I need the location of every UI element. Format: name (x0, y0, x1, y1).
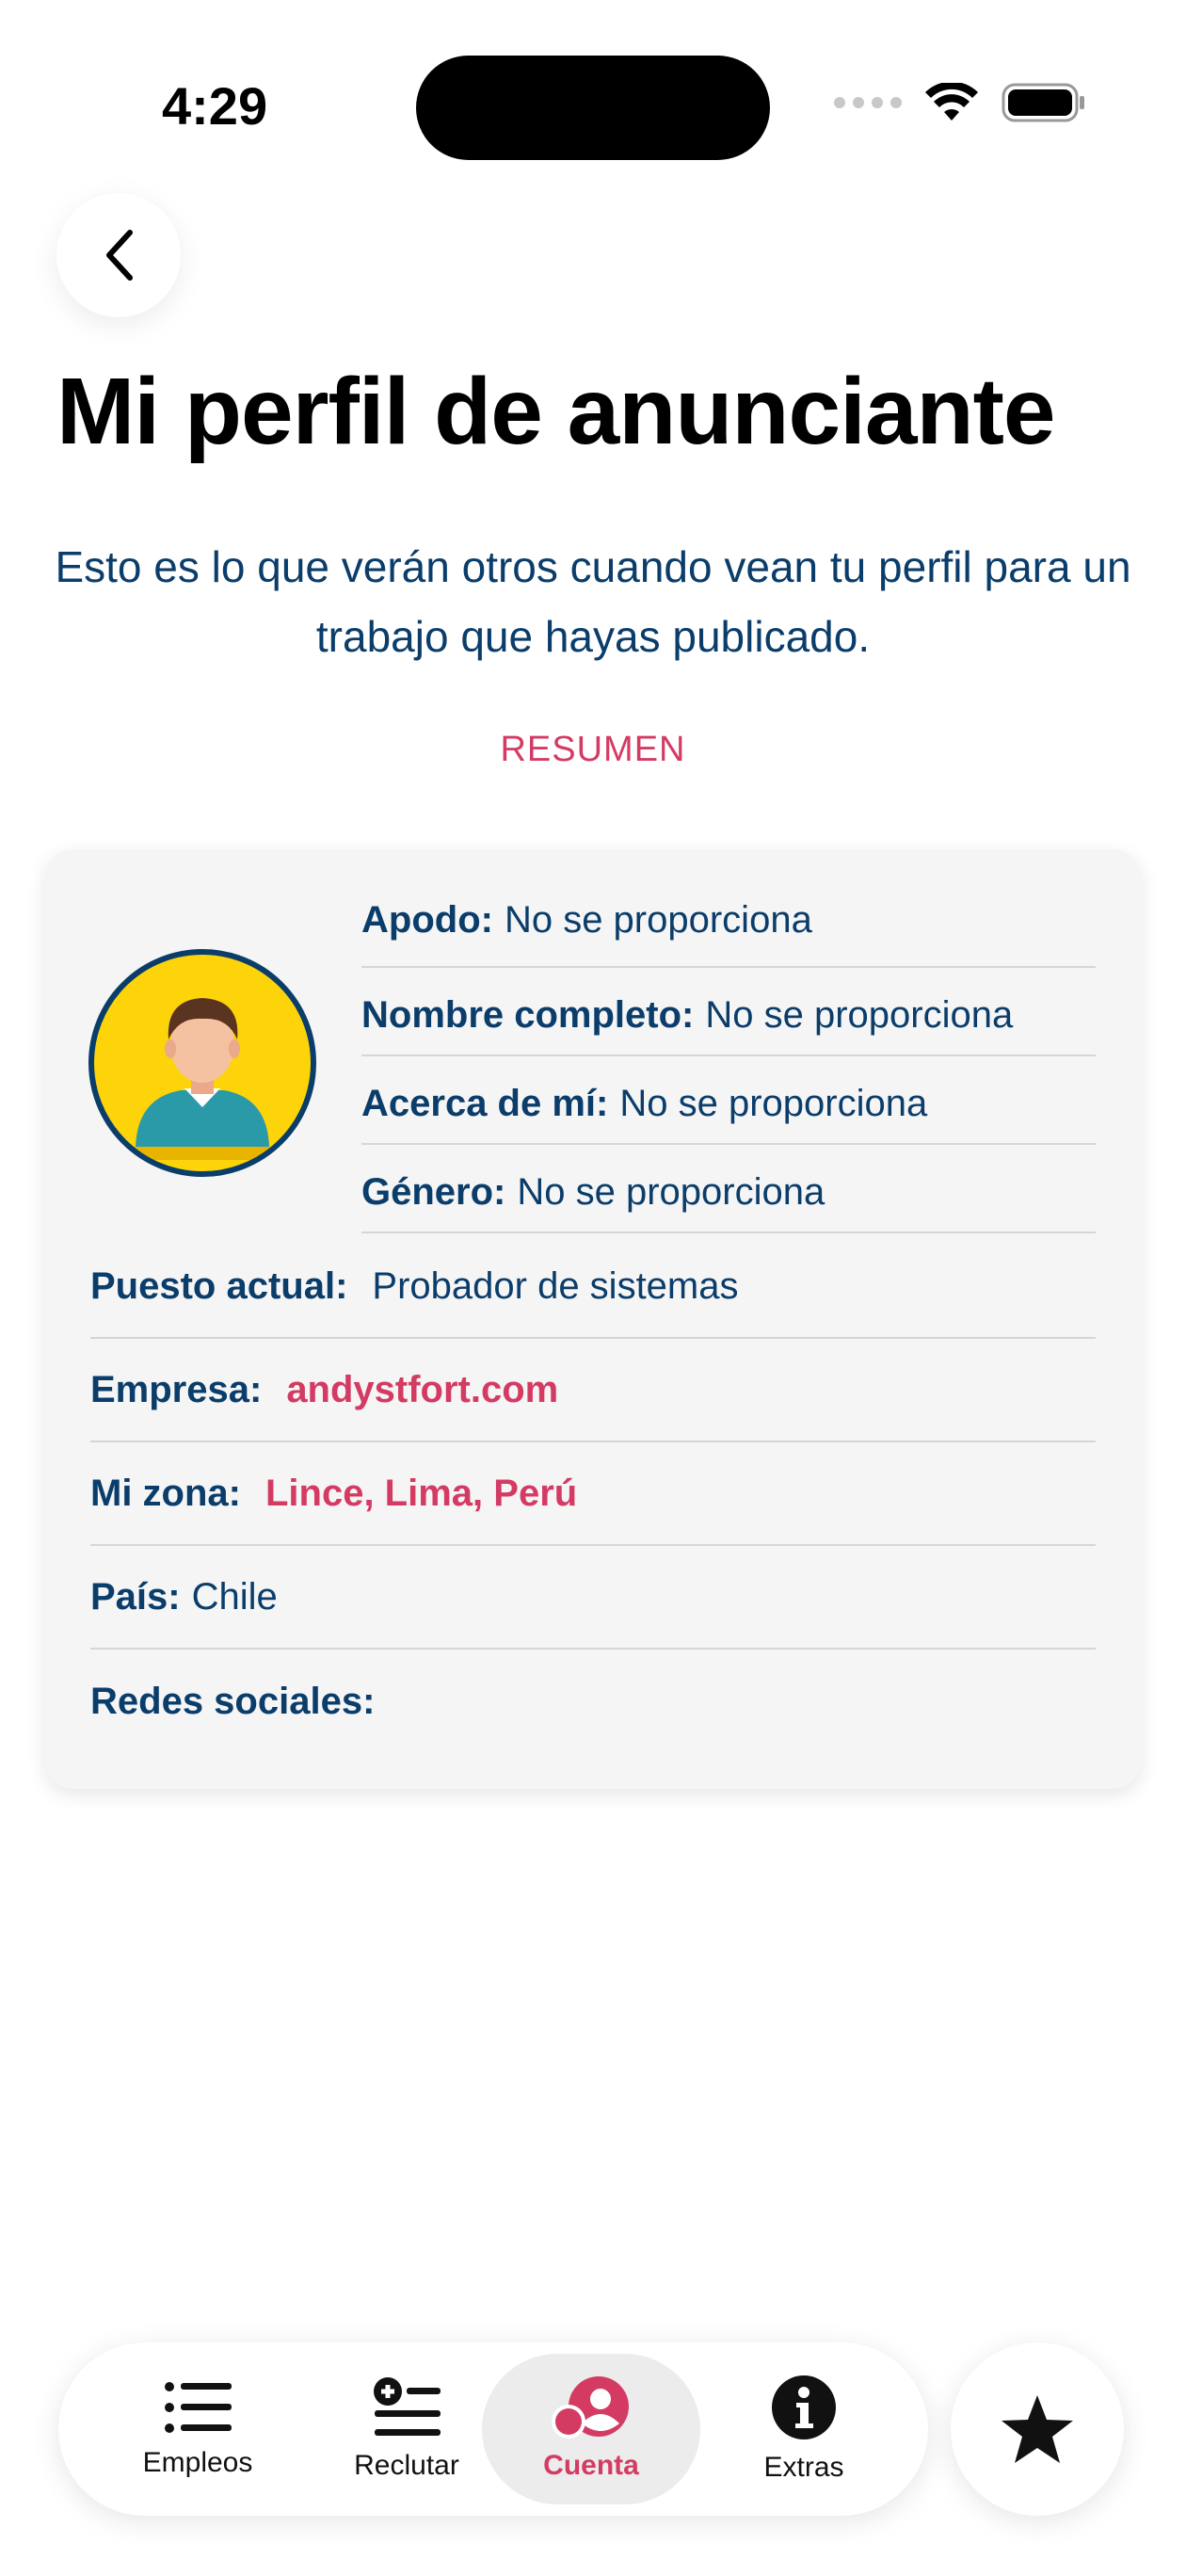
zone-link[interactable]: Lince, Lima, Perú (265, 1473, 577, 1515)
dynamic-island (416, 56, 770, 160)
nickname-value: No se proporciona (504, 898, 812, 941)
battery-icon (1002, 83, 1086, 122)
cellular-signal-icon (834, 97, 902, 108)
account-icon (552, 2376, 629, 2439)
tab-extras[interactable]: Extras (695, 2354, 913, 2504)
wifi-icon (924, 83, 979, 122)
avatar (88, 949, 316, 1177)
row-company: Empresa: andystfort.com (90, 1339, 1096, 1442)
position-label: Puesto actual: (90, 1264, 348, 1307)
tab-empleos-label: Empleos (142, 2447, 253, 2478)
page-subtitle: Esto es lo que verán otros cuando vean t… (55, 542, 1131, 661)
row-position: Puesto actual: Probador de sistemas (90, 1235, 1096, 1339)
row-about: Acerca de mí: No se proporciona (361, 1056, 1096, 1145)
star-icon (1002, 2395, 1073, 2463)
section-label-summary: RESUMEN (500, 730, 686, 769)
tab-bar: Empleos Reclutar Cuenta Extras (58, 2343, 928, 2516)
position-value: Probador de sistemas (372, 1264, 739, 1307)
favorites-button[interactable] (951, 2343, 1124, 2516)
company-label: Empresa: (90, 1368, 263, 1410)
add-list-icon (374, 2377, 441, 2436)
chevron-left-icon (106, 230, 133, 281)
tab-cuenta-label: Cuenta (543, 2450, 639, 2481)
about-label: Acerca de mí: (361, 1082, 609, 1124)
row-social: Redes sociales: (90, 1650, 1096, 1753)
profile-summary-rows: Apodo: No se proporciona Nombre completo… (361, 849, 1096, 1233)
profile-detail-rows: Puesto actual: Probador de sistemas Empr… (90, 1235, 1096, 1753)
nickname-label: Apodo: (361, 898, 493, 941)
list-icon (165, 2382, 232, 2433)
about-value: No se proporciona (619, 1082, 928, 1124)
country-value: Chile (191, 1575, 278, 1618)
zone-label: Mi zona: (90, 1472, 241, 1514)
row-nickname: Apodo: No se proporciona (361, 849, 1096, 968)
full-name-label: Nombre completo: (361, 993, 695, 1036)
status-icons (834, 83, 1086, 122)
row-gender: Género: No se proporciona (361, 1145, 1096, 1233)
status-time: 4:29 (162, 76, 268, 136)
row-full-name: Nombre completo: No se proporciona (361, 968, 1096, 1056)
tab-reclutar-label: Reclutar (354, 2450, 459, 2481)
country-label: País: (90, 1575, 181, 1618)
tab-extras-label: Extras (763, 2452, 844, 2483)
info-icon (772, 2375, 836, 2439)
row-zone: Mi zona: Lince, Lima, Perú (90, 1442, 1096, 1546)
page-title: Mi perfil de anunciante (56, 359, 1055, 464)
gender-label: Género: (361, 1170, 506, 1213)
back-button[interactable] (56, 193, 181, 317)
gender-value: No se proporciona (517, 1170, 825, 1213)
tab-cuenta[interactable]: Cuenta (482, 2354, 700, 2504)
row-country: País: Chile (90, 1546, 1096, 1650)
profile-card: Apodo: No se proporciona Nombre completo… (45, 849, 1141, 1789)
social-label: Redes sociales: (90, 1680, 376, 1722)
company-link[interactable]: andystfort.com (286, 1369, 558, 1411)
tab-empleos[interactable]: Empleos (88, 2354, 307, 2504)
full-name-value: No se proporciona (705, 993, 1014, 1036)
